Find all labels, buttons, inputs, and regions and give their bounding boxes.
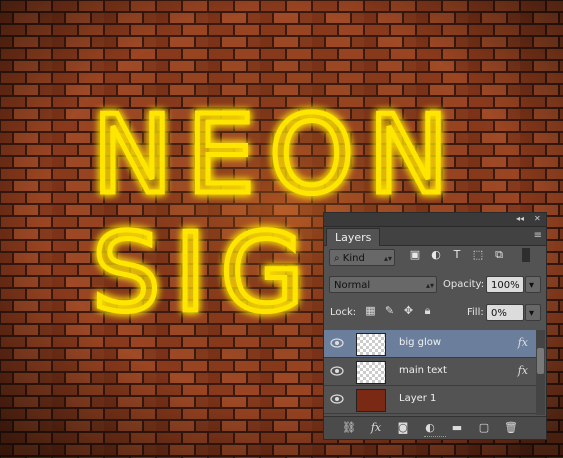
layer-effects-icon[interactable]: fx: [518, 364, 528, 377]
image-filter-icon[interactable]: ▣: [408, 248, 422, 262]
close-icon[interactable]: ✕: [534, 214, 541, 223]
trash-icon[interactable]: 🗑︎: [504, 421, 518, 435]
blend-mode-value: Normal: [334, 280, 371, 291]
type-filter-icon[interactable]: T: [450, 248, 464, 262]
filter-row: ⌕ Kind ▴▾ ▣ ◐ T ⬚ ⧉: [324, 246, 546, 270]
layer-name[interactable]: big glow: [399, 337, 441, 348]
layer-row-layer-1[interactable]: Layer 1: [324, 386, 536, 414]
layer-thumbnail: [356, 389, 386, 412]
filter-toggle[interactable]: [522, 248, 530, 262]
lock-all-icon[interactable]: 🔒︎: [421, 304, 434, 317]
layer-thumbnail: [356, 361, 386, 384]
shape-filter-icon[interactable]: ⬚: [471, 248, 485, 262]
panel-menu-icon[interactable]: ≡: [534, 230, 542, 241]
kind-label: Kind: [342, 253, 365, 264]
layers-panel: ◂◂ ✕ Layers ≡ ⌕ Kind ▴▾ ▣ ◐ T ⬚ ⧉ Normal…: [323, 212, 547, 440]
blend-mode-select[interactable]: Normal ▴▾: [329, 276, 437, 293]
search-icon: ⌕: [334, 253, 340, 264]
panel-tab-row: Layers ≡: [324, 227, 546, 246]
kind-filter-select[interactable]: ⌕ Kind ▴▾: [329, 249, 395, 266]
opacity-dropdown[interactable]: ▾: [525, 276, 541, 293]
collapse-icon[interactable]: ◂◂: [516, 214, 524, 223]
visibility-eye-icon[interactable]: [330, 393, 344, 405]
visibility-eye-icon[interactable]: [330, 337, 344, 349]
chevron-updown-icon: ▴▾: [425, 281, 434, 290]
layers-list: big glow fx main text fx Layer 1: [324, 330, 536, 415]
lock-position-icon[interactable]: ✥: [402, 304, 415, 317]
fill-input[interactable]: 0%: [486, 304, 524, 321]
layer-effects-icon[interactable]: fx: [518, 336, 528, 349]
neon-text-line2: SIG: [92, 211, 318, 336]
lock-transparency-icon[interactable]: ▦: [364, 304, 377, 317]
visibility-eye-icon[interactable]: [330, 365, 344, 377]
adjustment-icon[interactable]: ◐: [423, 421, 437, 435]
adjustment-filter-icon[interactable]: ◐: [429, 248, 443, 262]
layer-row-main-text[interactable]: main text fx: [324, 358, 536, 386]
lock-paint-icon[interactable]: ✎: [383, 304, 396, 317]
chevron-updown-icon: ▴▾: [383, 254, 392, 263]
mask-icon[interactable]: ◙: [396, 421, 410, 435]
lock-row: Lock: ▦ ✎ ✥ 🔒︎ Fill: 0% ▾: [324, 302, 546, 326]
resize-grip[interactable]: [424, 436, 446, 439]
lock-label: Lock:: [330, 307, 357, 318]
blend-row: Normal ▴▾ Opacity: 100% ▾: [324, 274, 546, 298]
layer-row-big-glow[interactable]: big glow fx: [324, 330, 536, 358]
link-icon[interactable]: ⛓: [342, 421, 356, 435]
neon-text-line1: NEON: [92, 93, 463, 218]
layers-scrollbar[interactable]: [536, 330, 545, 415]
fx-icon[interactable]: fx: [369, 421, 383, 435]
smart-object-filter-icon[interactable]: ⧉: [492, 248, 506, 262]
opacity-input[interactable]: 100%: [486, 276, 524, 293]
fill-dropdown[interactable]: ▾: [525, 304, 541, 321]
scrollbar-thumb[interactable]: [537, 348, 544, 374]
layer-thumbnail: [356, 333, 386, 356]
layer-name[interactable]: Layer 1: [399, 393, 436, 404]
tab-layers[interactable]: Layers: [326, 228, 381, 246]
opacity-label: Opacity:: [443, 279, 485, 290]
panel-footer: ⛓ fx ◙ ◐ ▬ ▢ 🗑︎: [324, 416, 546, 439]
panel-titlebar[interactable]: ◂◂ ✕: [324, 213, 546, 227]
folder-icon[interactable]: ▬: [450, 421, 464, 435]
layer-name[interactable]: main text: [399, 365, 447, 376]
new-layer-icon[interactable]: ▢: [477, 421, 491, 435]
fill-label: Fill:: [467, 307, 484, 318]
